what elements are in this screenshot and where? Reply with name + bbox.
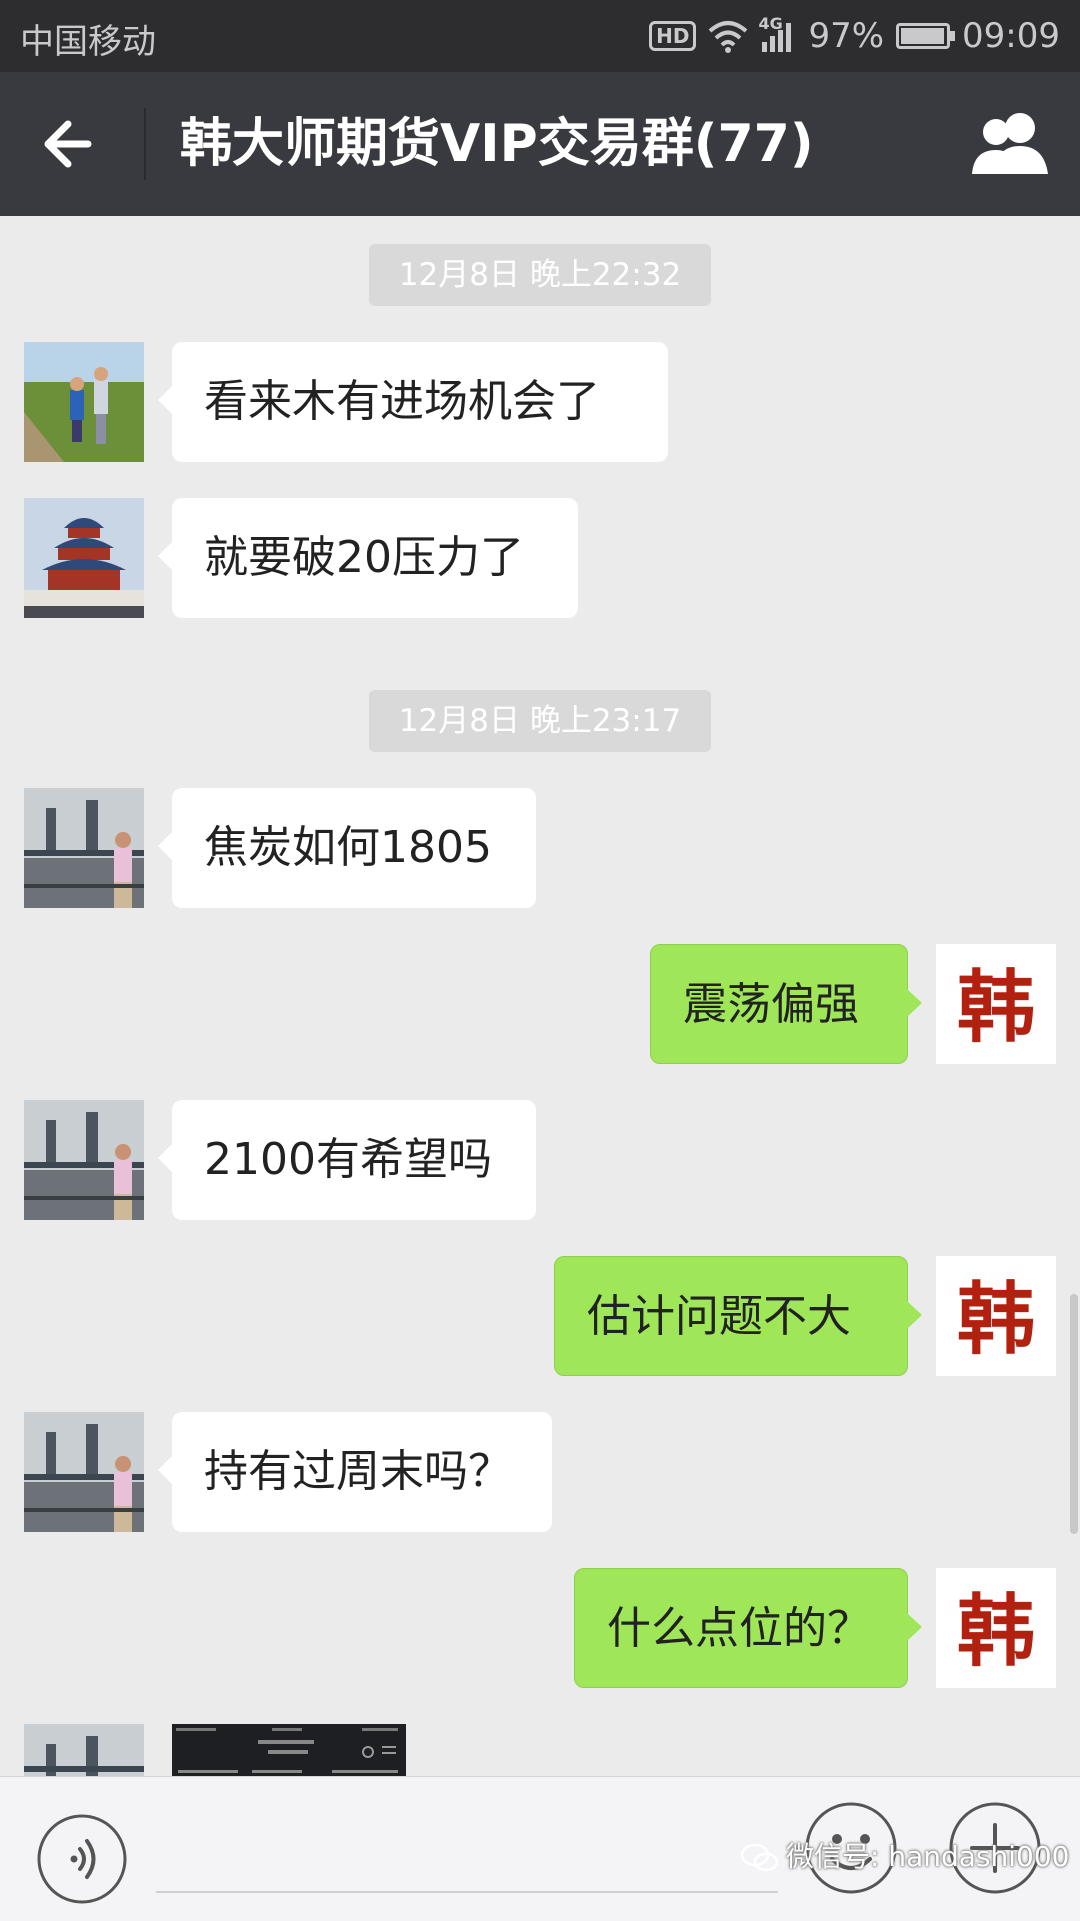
battery-icon bbox=[896, 23, 956, 49]
clock: 09:09 bbox=[962, 16, 1060, 56]
battery-percent: 97% bbox=[808, 16, 885, 56]
wifi-icon bbox=[709, 21, 748, 53]
han-calligraphy-avatar[interactable]: 韩 bbox=[936, 1256, 1056, 1376]
message-bubble-sent[interactable]: 震荡偏强 bbox=[650, 944, 922, 1064]
message-bubble[interactable]: 焦炭如何1805 bbox=[158, 788, 536, 908]
group-people-icon bbox=[972, 113, 1048, 174]
nav-divider bbox=[144, 108, 146, 180]
han-char: 韩 bbox=[957, 1586, 1035, 1677]
bridge-photo-avatar[interactable] bbox=[24, 1100, 144, 1220]
scrollbar[interactable] bbox=[1070, 1294, 1078, 1534]
message-input[interactable] bbox=[156, 1891, 778, 1893]
voice-input-button[interactable] bbox=[36, 1813, 128, 1905]
bridge-photo-avatar[interactable] bbox=[24, 1724, 144, 1776]
han-char: 韩 bbox=[957, 962, 1035, 1053]
group-title: 韩大师期货VIP交易群(77) bbox=[180, 114, 814, 174]
timestamp-label: 12月8日 晚上22:32 bbox=[369, 244, 711, 306]
group-info-button[interactable] bbox=[970, 110, 1050, 176]
status-icons: HD 4G 97% 09:09 bbox=[649, 12, 1060, 60]
back-button[interactable] bbox=[38, 112, 108, 176]
message-bubble-sent[interactable]: 什么点位的？ bbox=[574, 1568, 922, 1688]
network-type-label: 4G bbox=[758, 14, 783, 33]
carrier-name: 中国移动 bbox=[20, 22, 156, 62]
bridge-photo-avatar[interactable] bbox=[24, 1412, 144, 1532]
status-bar: 中国移动 HD 4G 97% 09:09 bbox=[0, 0, 1080, 72]
timestamp-label: 12月8日 晚上23:17 bbox=[369, 690, 711, 752]
message-bubble-sent[interactable]: 估计问题不大 bbox=[554, 1256, 922, 1376]
message-bubble[interactable]: 就要破20压力了 bbox=[158, 498, 578, 618]
image-message-thumbnail[interactable] bbox=[172, 1724, 406, 1776]
chat-header: 韩大师期货VIP交易群(77) bbox=[0, 72, 1080, 216]
hd-badge: HD bbox=[649, 21, 697, 51]
message-bubble[interactable]: 持有过周末吗？ bbox=[158, 1412, 552, 1532]
han-calligraphy-avatar[interactable]: 韩 bbox=[936, 1568, 1056, 1688]
bridge-photo-avatar[interactable] bbox=[24, 788, 144, 908]
input-bar: 微信号: handashi000 bbox=[0, 1776, 1080, 1921]
back-arrow-icon bbox=[44, 120, 92, 168]
han-char: 韩 bbox=[957, 1274, 1035, 1365]
watermark: 微信号: handashi000 bbox=[740, 1835, 1069, 1875]
voice-icon bbox=[37, 1814, 127, 1904]
message-bubble[interactable]: 看来木有进场机会了 bbox=[158, 342, 668, 462]
temple-photo-avatar[interactable] bbox=[24, 498, 144, 618]
field-photo-avatar[interactable] bbox=[24, 342, 144, 462]
watermark-text: 微信号: handashi000 bbox=[786, 1840, 1070, 1873]
chat-area[interactable]: 12月8日 晚上22:32 看来木有进场机会了 就要破20压力了 12月8日 晚… bbox=[0, 216, 1080, 1776]
han-calligraphy-avatar[interactable]: 韩 bbox=[936, 944, 1056, 1064]
wechat-icon bbox=[740, 1843, 779, 1872]
message-bubble[interactable]: 2100有希望吗 bbox=[158, 1100, 536, 1220]
